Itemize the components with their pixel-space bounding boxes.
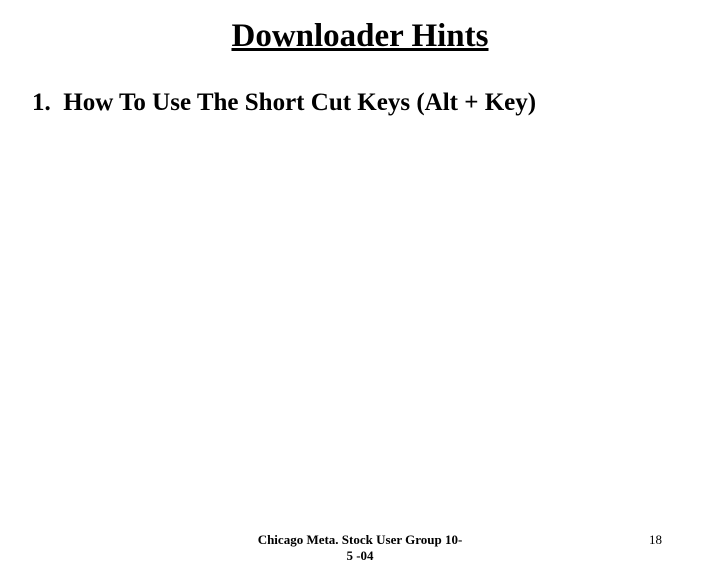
item-number: 1. [32, 89, 51, 116]
page-number: 18 [649, 532, 662, 548]
footer-center: Chicago Meta. Stock User Group 10- 5 -04 [258, 532, 463, 565]
item-text: How To Use The Short Cut Keys (Alt + Key… [63, 89, 536, 116]
body-item: 1. How To Use The Short Cut Keys (Alt + … [28, 87, 692, 120]
slide: Downloader Hints 1. How To Use The Short… [0, 0, 720, 540]
footer-line2: 5 -04 [346, 548, 373, 563]
slide-title: Downloader Hints [28, 18, 692, 55]
